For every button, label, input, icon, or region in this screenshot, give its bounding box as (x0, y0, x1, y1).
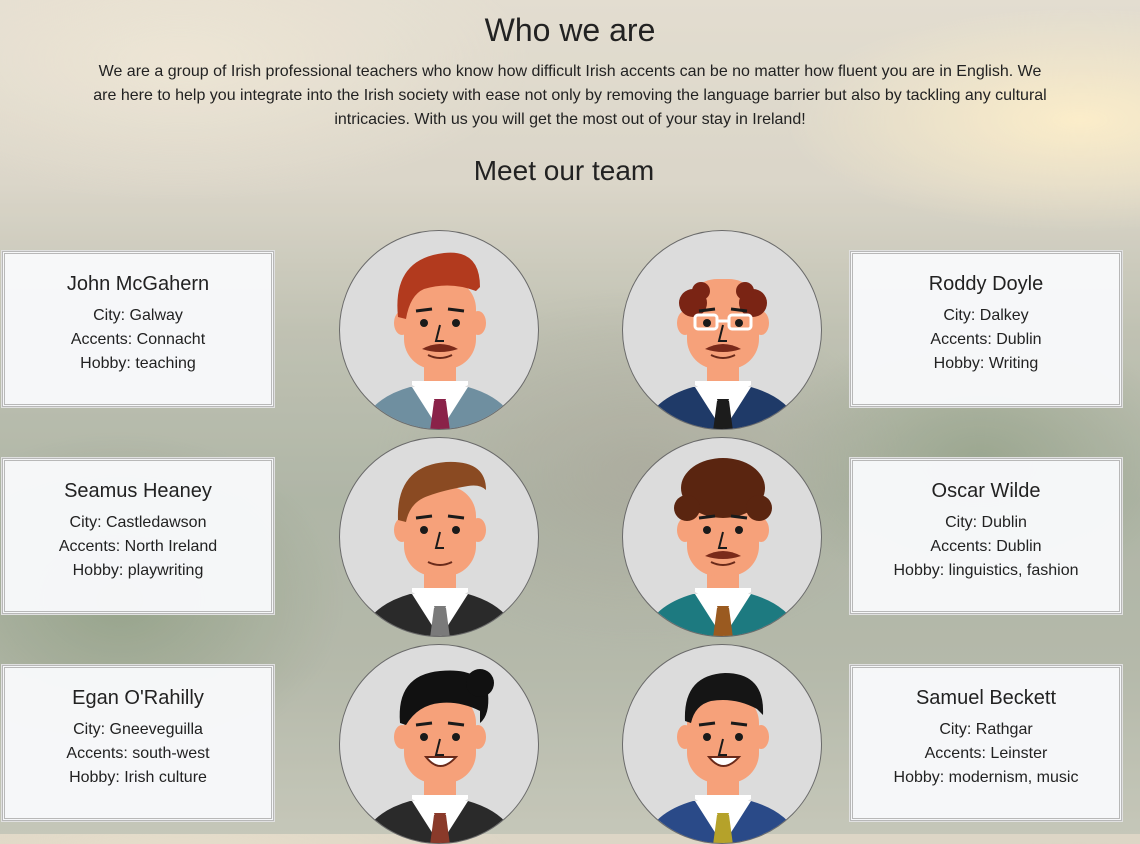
team-member-accents: Accents: North Ireland (58, 538, 218, 555)
team-member-hobby: Hobby: modernism, music (893, 769, 1079, 786)
team-card-oscar-wilde: Oscar Wilde City: Dublin Accents: Dublin… (849, 457, 1123, 615)
team-heading: Meet our team (473, 155, 655, 186)
team-member-name: Samuel Beckett (915, 687, 1057, 709)
page-title: Who we are (484, 12, 656, 48)
team-card-egan-orahilly: Egan O'Rahilly City: Gneeveguilla Accent… (1, 664, 275, 822)
team-member-accents: Accents: Dublin (930, 331, 1042, 348)
team-member-name: Roddy Doyle (928, 273, 1044, 295)
team-member-accents: Accents: south-west (66, 745, 210, 762)
team-member-hobby: Hobby: teaching (80, 355, 196, 372)
team-card-roddy-doyle: Roddy Doyle City: Dalkey Accents: Dublin… (849, 250, 1123, 408)
team-member-city: City: Castledawson (69, 514, 207, 531)
team-member-name: Oscar Wilde (931, 480, 1041, 502)
team-member-city: City: Dublin (945, 514, 1027, 531)
man-curly-hair-mustache-avatar (622, 437, 822, 637)
man-brown-hair-avatar (339, 437, 539, 637)
team-member-hobby: Hobby: Irish culture (69, 769, 207, 786)
team-member-name: John McGahern (66, 273, 210, 295)
team-member-accents: Accents: Dublin (930, 538, 1042, 555)
team-card-john-mcgahern: John McGahern City: Galway Accents: Conn… (1, 250, 275, 408)
team-member-city: City: Rathgar (939, 721, 1033, 738)
team-member-name: Seamus Heaney (64, 480, 212, 502)
team-member-hobby: Hobby: Writing (933, 355, 1039, 372)
team-card-samuel-beckett: Samuel Beckett City: Rathgar Accents: Le… (849, 664, 1123, 822)
intro-text: We are a group of Irish professional tea… (93, 63, 1047, 128)
bald-man-glasses-avatar (622, 230, 822, 430)
man-black-hair-avatar (622, 644, 822, 844)
man-black-quiff-avatar (339, 644, 539, 844)
team-member-city: City: Galway (93, 307, 183, 324)
team-member-accents: Accents: Connacht (70, 331, 206, 348)
team-card-seamus-heaney: Seamus Heaney City: Castledawson Accents… (1, 457, 275, 615)
man-red-hair-mustache-avatar (339, 230, 539, 430)
team-member-name: Egan O'Rahilly (72, 687, 204, 709)
team-member-city: City: Dalkey (943, 307, 1029, 324)
team-member-accents: Accents: Leinster (924, 745, 1048, 762)
team-member-hobby: Hobby: playwriting (72, 562, 204, 579)
team-member-hobby: Hobby: linguistics, fashion (893, 562, 1079, 579)
team-member-city: City: Gneeveguilla (73, 721, 203, 738)
